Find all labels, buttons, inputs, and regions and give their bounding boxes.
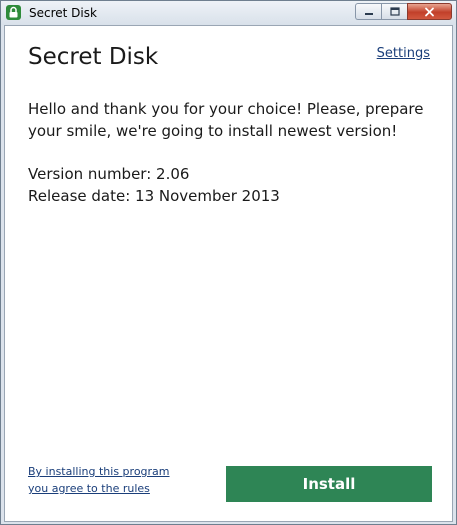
window-title: Secret Disk <box>29 6 97 20</box>
maximize-icon <box>389 6 400 16</box>
version-number: Version number: 2.06 <box>28 165 190 183</box>
title-bar[interactable]: Secret Disk <box>1 1 456 25</box>
page-title: Secret Disk <box>28 44 159 70</box>
window-controls <box>355 3 452 21</box>
rules-link[interactable]: By installing this program you agree to … <box>28 463 193 497</box>
maximize-button[interactable] <box>381 3 407 20</box>
installer-window: Secret Disk Secret Disk Settings Hello a… <box>0 0 457 525</box>
close-icon <box>425 7 434 16</box>
close-button[interactable] <box>407 3 452 20</box>
minimize-button[interactable] <box>355 3 381 20</box>
settings-link[interactable]: Settings <box>377 46 430 61</box>
welcome-text: Hello and thank you for your choice! Ple… <box>28 100 424 140</box>
version-info: Version number: 2.06 Release date: 13 No… <box>28 163 280 207</box>
minimize-icon <box>364 12 373 15</box>
lock-icon <box>6 5 21 20</box>
release-date: Release date: 13 November 2013 <box>28 187 280 205</box>
content-area: Secret Disk Settings Hello and thank you… <box>4 25 453 522</box>
install-button[interactable]: Install <box>226 466 432 502</box>
